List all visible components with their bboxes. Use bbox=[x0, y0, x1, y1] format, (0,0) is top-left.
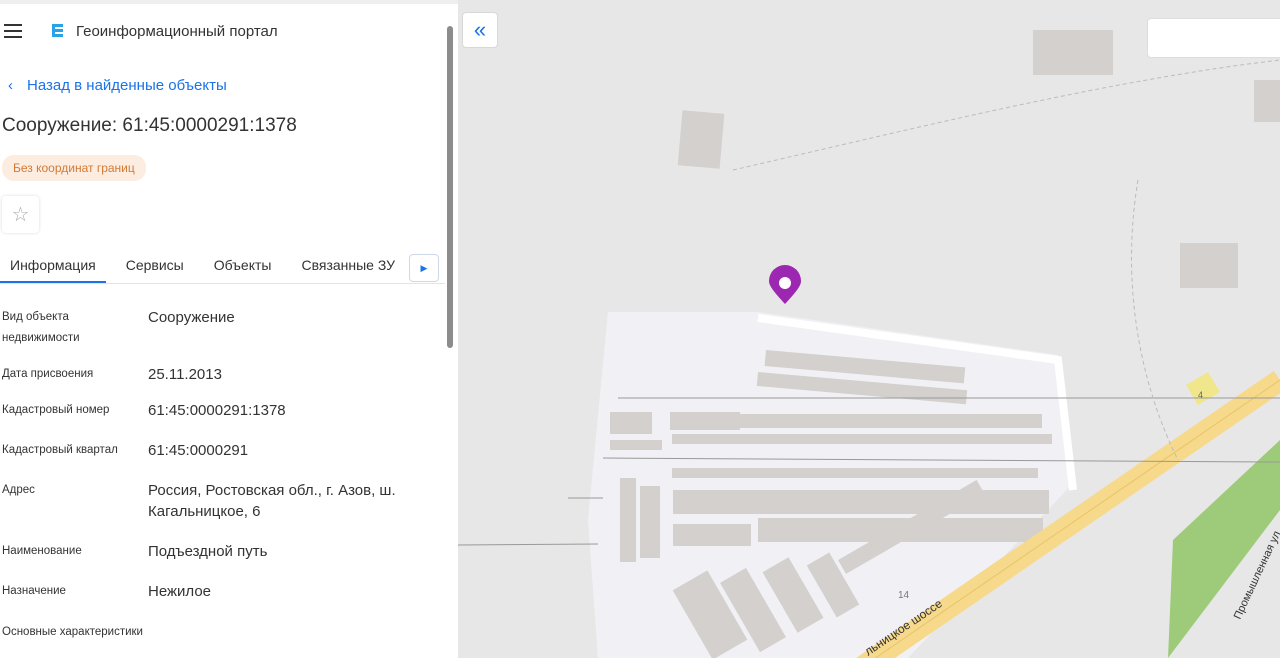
field-row: Назначение Нежилое bbox=[2, 581, 442, 602]
field-value: Россия, Ростовская обл., г. Азов, ш. Каг… bbox=[148, 482, 396, 520]
field-value: 61:45:0000291 bbox=[148, 442, 249, 459]
field-row: Адрес Россия, Ростовская обл., г. Азов, ш… bbox=[2, 480, 442, 522]
field-value: Сооружение bbox=[148, 309, 235, 326]
caret-right-icon: ▶ bbox=[420, 262, 428, 273]
map-layer: 4 14 льницкое шоссе Промышленная ул bbox=[458, 30, 1280, 658]
field-label: Вид объекта недвижимости bbox=[2, 311, 80, 344]
collapse-panel-button[interactable]: « bbox=[462, 12, 498, 48]
field-label: Основные характеристики bbox=[2, 626, 143, 638]
field-row: Кадастровый квартал 61:45:0000291 bbox=[2, 440, 442, 461]
field-row: Основные характеристики bbox=[2, 622, 442, 643]
field-value: 25.11.2013 bbox=[148, 366, 222, 383]
panel-scrollbar[interactable] bbox=[445, 26, 455, 348]
field-value bbox=[148, 622, 428, 643]
building bbox=[1033, 30, 1113, 75]
location-marker-icon[interactable] bbox=[769, 265, 801, 304]
tab-related-plots[interactable]: Связанные ЗУ bbox=[291, 244, 405, 283]
header: Геоинформационный портал bbox=[0, 22, 278, 40]
back-link[interactable]: ‹ Назад в найденные объекты bbox=[8, 77, 227, 94]
field-row: Дата присвоения 25.11.2013 bbox=[2, 364, 442, 385]
field-row: Вид объекта недвижимости Сооружение bbox=[2, 307, 442, 349]
app-title: Геоинформационный портал bbox=[76, 22, 278, 40]
field-label: Дата присвоения bbox=[2, 368, 94, 380]
field-row: Кадастровый номер 61:45:0000291:1378 bbox=[2, 400, 442, 421]
favorite-button[interactable]: ☆ bbox=[2, 196, 39, 233]
back-link-label: Назад в найденные объекты bbox=[27, 77, 227, 94]
tab-services[interactable]: Сервисы bbox=[116, 244, 194, 283]
field-label: Кадастровый квартал bbox=[2, 444, 118, 456]
tab-information[interactable]: Информация bbox=[0, 244, 106, 283]
portal-logo-icon bbox=[52, 24, 63, 37]
house-number: 14 bbox=[898, 590, 910, 601]
star-icon: ☆ bbox=[11, 204, 30, 226]
field-label: Адрес bbox=[2, 484, 35, 496]
field-label: Назначение bbox=[2, 585, 66, 597]
double-chevron-left-icon: « bbox=[473, 17, 487, 42]
chevron-left-icon: ‹ bbox=[8, 77, 13, 94]
hamburger-icon[interactable] bbox=[4, 24, 22, 38]
status-badge: Без координат границ bbox=[2, 155, 146, 181]
tab-bar: Информация Сервисы Объекты Связанные ЗУ bbox=[0, 244, 445, 284]
building bbox=[1186, 372, 1220, 405]
building bbox=[1254, 80, 1280, 122]
field-row: Наименование Подъездной путь bbox=[2, 541, 442, 562]
tab-objects[interactable]: Объекты bbox=[204, 244, 282, 283]
field-value: Подъездной путь bbox=[148, 543, 268, 560]
page-title: Сооружение: 61:45:0000291:1378 bbox=[2, 115, 297, 136]
house-number: 4 bbox=[1198, 390, 1203, 400]
map-search-input[interactable] bbox=[1147, 18, 1280, 58]
building bbox=[1180, 243, 1238, 288]
field-value: 61:45:0000291:1378 bbox=[148, 402, 286, 419]
field-label: Кадастровый номер bbox=[2, 404, 110, 416]
field-value: Нежилое bbox=[148, 583, 212, 600]
field-label: Наименование bbox=[2, 545, 82, 557]
tabs-scroll-right-button[interactable]: ▶ bbox=[409, 254, 439, 282]
scrollbar-thumb[interactable] bbox=[447, 26, 453, 348]
info-panel: Геоинформационный портал ‹ Назад в найден… bbox=[0, 0, 458, 658]
building bbox=[677, 110, 725, 169]
map-canvas[interactable]: 4 14 льницкое шоссе Промышленная ул bbox=[458, 0, 1280, 658]
